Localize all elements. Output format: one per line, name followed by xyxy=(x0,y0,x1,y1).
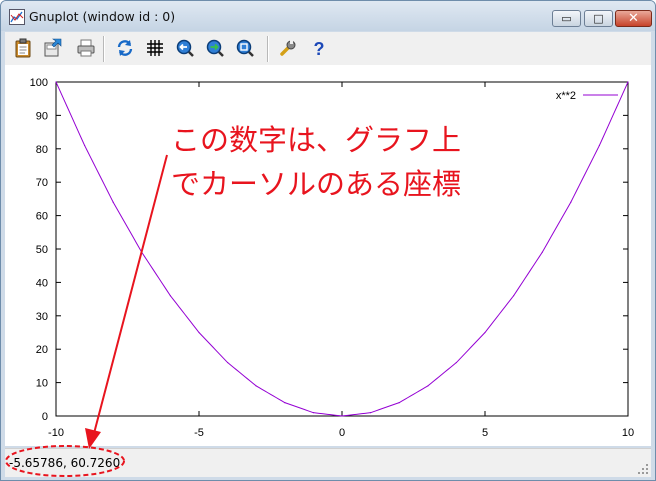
print-button[interactable] xyxy=(74,36,98,60)
help-button[interactable]: ? xyxy=(307,36,331,60)
data-point xyxy=(455,361,457,364)
maximize-button[interactable]: □ xyxy=(584,10,613,27)
y-tick-label: 60 xyxy=(36,211,48,223)
close-icon: ✕ xyxy=(628,11,639,26)
gnuplot-app-icon xyxy=(9,9,25,25)
clipboard-icon xyxy=(15,38,31,58)
replot-button[interactable] xyxy=(113,36,137,60)
data-point xyxy=(255,385,257,387)
x-tick-label: 5 xyxy=(482,427,488,439)
minimize-button[interactable]: ▭ xyxy=(552,10,581,27)
data-point xyxy=(198,331,200,334)
x-tick-label: -10 xyxy=(48,427,64,439)
svg-text:?: ? xyxy=(314,39,325,58)
data-point xyxy=(84,144,86,147)
copy-to-clipboard-button[interactable] xyxy=(11,36,35,60)
zoom-next-icon xyxy=(206,39,224,57)
data-point xyxy=(427,385,429,387)
y-tick-label: 70 xyxy=(36,177,48,189)
data-point xyxy=(370,412,372,414)
y-tick-label: 80 xyxy=(36,144,48,156)
x-tick-label: -5 xyxy=(194,427,204,439)
window-title: Gnuplot (window id : 0) xyxy=(29,9,176,24)
y-tick-label: 0 xyxy=(42,411,48,423)
title-bar[interactable]: Gnuplot (window id : 0) ▭ □ ✕ xyxy=(1,1,655,31)
y-tick-label: 40 xyxy=(36,277,48,289)
minimize-icon: ▭ xyxy=(561,12,572,25)
gnuplot-window: Gnuplot (window id : 0) ▭ □ ✕ ? 0 10 20 … xyxy=(0,0,656,481)
annotation-line-1: この数字は、グラフ上 xyxy=(171,123,462,157)
options-button[interactable] xyxy=(276,36,300,60)
data-point xyxy=(312,412,314,414)
resize-grip-icon[interactable] xyxy=(638,464,648,474)
legend-label: x**2 xyxy=(556,90,576,102)
data-point xyxy=(598,144,601,147)
data-point xyxy=(284,402,286,404)
y-tick-label: 10 xyxy=(36,378,48,390)
close-button[interactable]: ✕ xyxy=(615,10,652,27)
save-button[interactable] xyxy=(41,36,65,60)
zoom-previous-icon xyxy=(176,39,194,57)
grid-icon xyxy=(147,40,163,56)
help-icon: ? xyxy=(314,39,325,58)
refresh-icon xyxy=(117,40,133,56)
annotation-text: この数字は、グラフ上 でカーソルのある座標 xyxy=(171,118,461,206)
y-tick-label: 100 xyxy=(30,77,48,89)
data-point xyxy=(627,81,629,83)
y-tick-label: 20 xyxy=(36,344,48,356)
y-tick-label: 90 xyxy=(36,110,48,122)
x-tick-label: 0 xyxy=(339,427,345,439)
data-point xyxy=(513,295,515,297)
next-zoom-button[interactable] xyxy=(203,36,227,60)
data-point xyxy=(112,201,114,203)
annotation-line-2: でカーソルのある座標 xyxy=(171,167,462,201)
printer-icon xyxy=(77,39,95,57)
grid-button[interactable] xyxy=(143,36,167,60)
data-point xyxy=(169,295,171,297)
data-point xyxy=(141,251,143,253)
data-point xyxy=(541,251,543,253)
zoom-autoscale-icon xyxy=(236,39,254,57)
wrench-icon xyxy=(280,40,296,56)
x-tick-label: 10 xyxy=(622,427,634,439)
save-icon xyxy=(44,38,62,57)
data-point xyxy=(341,415,343,417)
toolbar: ? xyxy=(5,32,651,65)
toolbar-separator xyxy=(103,36,105,62)
cursor-coordinates: -5.65786, 60.7260 xyxy=(9,456,121,470)
previous-zoom-button[interactable] xyxy=(173,36,197,60)
data-point xyxy=(227,361,229,364)
maximize-icon: □ xyxy=(593,12,604,25)
data-point xyxy=(398,402,400,404)
data-point xyxy=(570,201,572,203)
data-point xyxy=(55,81,57,83)
toolbar-separator xyxy=(267,36,269,62)
status-bar: -5.65786, 60.7260 xyxy=(5,448,651,477)
y-tick-label: 30 xyxy=(36,311,48,323)
y-tick-label: 50 xyxy=(36,244,48,256)
autoscale-button[interactable] xyxy=(233,36,257,60)
data-point xyxy=(484,331,486,334)
